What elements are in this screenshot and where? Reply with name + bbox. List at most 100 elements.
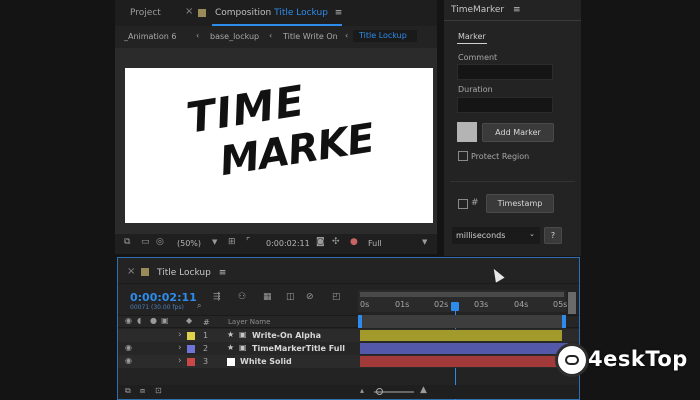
timeline-tab-title: Title Lockup [157,268,211,278]
tab-marker[interactable]: Marker [458,32,486,41]
solo-icon[interactable]: ● [150,316,157,325]
breadcrumb: _Animation 6 ‹ base_lockup ‹ Title Write… [115,26,437,48]
zoom-in-icon[interactable]: ▲ [420,385,427,395]
snapshot-icon[interactable]: ⧉ [124,237,130,247]
render-icon[interactable]: ◰ [332,292,341,302]
zoom-dropdown[interactable]: (50%) [177,239,201,248]
breadcrumb-item[interactable]: _Animation 6 [124,32,176,41]
modes-icon[interactable]: ⧈ [140,386,145,396]
in-out-icon[interactable]: ⊡ [155,386,162,395]
timestamp-button[interactable]: Timestamp [486,194,554,213]
layer-duration-bar[interactable] [360,356,568,367]
duration-field[interactable] [457,97,553,113]
eye-icon[interactable]: ◉ [125,316,132,325]
viewer-timecode[interactable]: 0:00:02:11 [266,239,310,248]
composition-tab-name: Title Lockup [274,8,328,18]
units-value: milliseconds [456,231,506,240]
layer-duration-bar[interactable] [360,343,568,354]
title-artwork: TIME MARKE [179,69,377,204]
timestamp-checkbox[interactable] [458,199,468,209]
star-icon: ★ [227,343,235,352]
timeline-footer [118,385,579,399]
channels-icon[interactable]: ✣ [332,237,340,247]
fit-icon[interactable]: ⊞ [228,237,236,247]
layer-name[interactable]: Write-On Alpha [252,331,321,340]
breadcrumb-item-current[interactable]: Title Lockup [353,30,417,42]
work-area-start-handle[interactable] [358,315,362,328]
protect-region-label: Protect Region [471,152,530,161]
add-marker-button[interactable]: Add Marker [482,123,554,142]
chevron-left-icon: ‹ [345,31,349,40]
timeline-frame-info: 00071 (30.00 fps) [130,304,184,311]
units-dropdown[interactable]: milliseconds ⌄ [452,227,540,244]
chevron-right-icon[interactable]: › [178,356,182,366]
composition-canvas[interactable]: TIME MARKE [125,68,433,223]
work-area-bar[interactable] [360,292,564,297]
protect-region-checkbox[interactable] [458,151,468,161]
ruler-label: 01s [395,300,410,309]
hamburger-menu-icon[interactable]: ≡ [335,8,343,18]
flowchart-icon[interactable]: ⇶ [213,292,221,302]
eye-icon[interactable]: ◉ [125,343,132,352]
breadcrumb-item[interactable]: base_lockup [210,32,259,41]
motion-blur-icon[interactable]: ◫ [286,292,295,302]
chevron-down-icon: ⌄ [529,230,535,238]
work-area-end-handle[interactable] [562,315,566,328]
playhead-handle[interactable] [451,302,459,311]
lock-icon[interactable]: ▣ [161,316,169,325]
resolution-dropdown[interactable]: Full [368,239,382,248]
color-icon[interactable]: ● [350,237,358,247]
composition-tab[interactable]: Composition Title Lockup ≡ [215,8,342,18]
tab-marker-underline [457,43,487,44]
layer-label-color[interactable] [187,332,195,340]
search-icon[interactable]: ⌕ [197,301,201,311]
close-icon[interactable]: × [185,6,193,17]
ruler-label: 02s [434,300,449,309]
hamburger-menu-icon[interactable]: ≡ [513,5,521,15]
end-marker[interactable] [568,292,576,314]
layer-duration-bar[interactable] [360,330,562,341]
layer-number: 2 [203,344,209,353]
crop-icon[interactable]: ⌜ [246,237,250,247]
layer-name[interactable]: White Solid [240,357,292,366]
timeline-tab[interactable]: Title Lockup ≡ [157,268,226,278]
project-tab[interactable]: Project [130,8,161,18]
chevron-down-icon: ▼ [422,238,428,246]
layer-type-icon: ▣ [239,330,247,339]
audio-icon[interactable]: ◖ [137,316,141,325]
label-tag-icon[interactable]: ◆ [186,316,192,325]
zoom-out-icon[interactable]: ▴ [360,386,364,395]
eye-icon[interactable]: ◉ [125,356,132,365]
layer-switches-icon[interactable]: ⧉ [125,386,131,396]
monitor-icon[interactable]: ▭ [141,237,150,247]
comment-field[interactable] [457,64,553,80]
breadcrumb-item[interactable]: Title Write On [283,32,338,41]
layer-name[interactable]: TimeMarkerTitle Full [252,344,345,353]
comp-tab-swatch [198,9,206,17]
chevron-right-icon[interactable]: › [178,343,182,353]
layer-label-color[interactable] [187,345,195,353]
frame-blending-icon[interactable]: ▦ [263,292,272,302]
graph-editor-icon[interactable]: ⊘ [306,292,314,302]
timeline-tab-swatch [141,268,149,276]
work-area-bar-row [358,315,566,328]
chevron-left-icon: ‹ [269,31,273,40]
timeline-current-time[interactable]: 0:00:02:11 [130,291,197,304]
camera-icon[interactable]: ◙ [316,237,325,247]
chevron-right-icon[interactable]: › [178,330,182,340]
ruler-label: 0s [360,300,370,309]
panel-title-underline [444,20,581,21]
zoom-slider-thumb[interactable] [376,388,383,395]
help-button[interactable]: ? [544,227,562,244]
mask-icon[interactable]: ◎ [156,237,164,247]
hamburger-menu-icon[interactable]: ≡ [219,268,227,278]
layer-label-color[interactable] [187,358,195,366]
shy-layers-icon[interactable]: ⚇ [238,292,246,302]
marker-color-swatch[interactable] [457,122,477,142]
column-layer-name: Layer Name [228,318,271,326]
duration-label: Duration [458,85,493,94]
close-icon[interactable]: × [127,266,135,277]
watermark-logo [555,343,589,377]
layer-number: 3 [203,357,209,366]
column-hash: # [203,318,210,327]
